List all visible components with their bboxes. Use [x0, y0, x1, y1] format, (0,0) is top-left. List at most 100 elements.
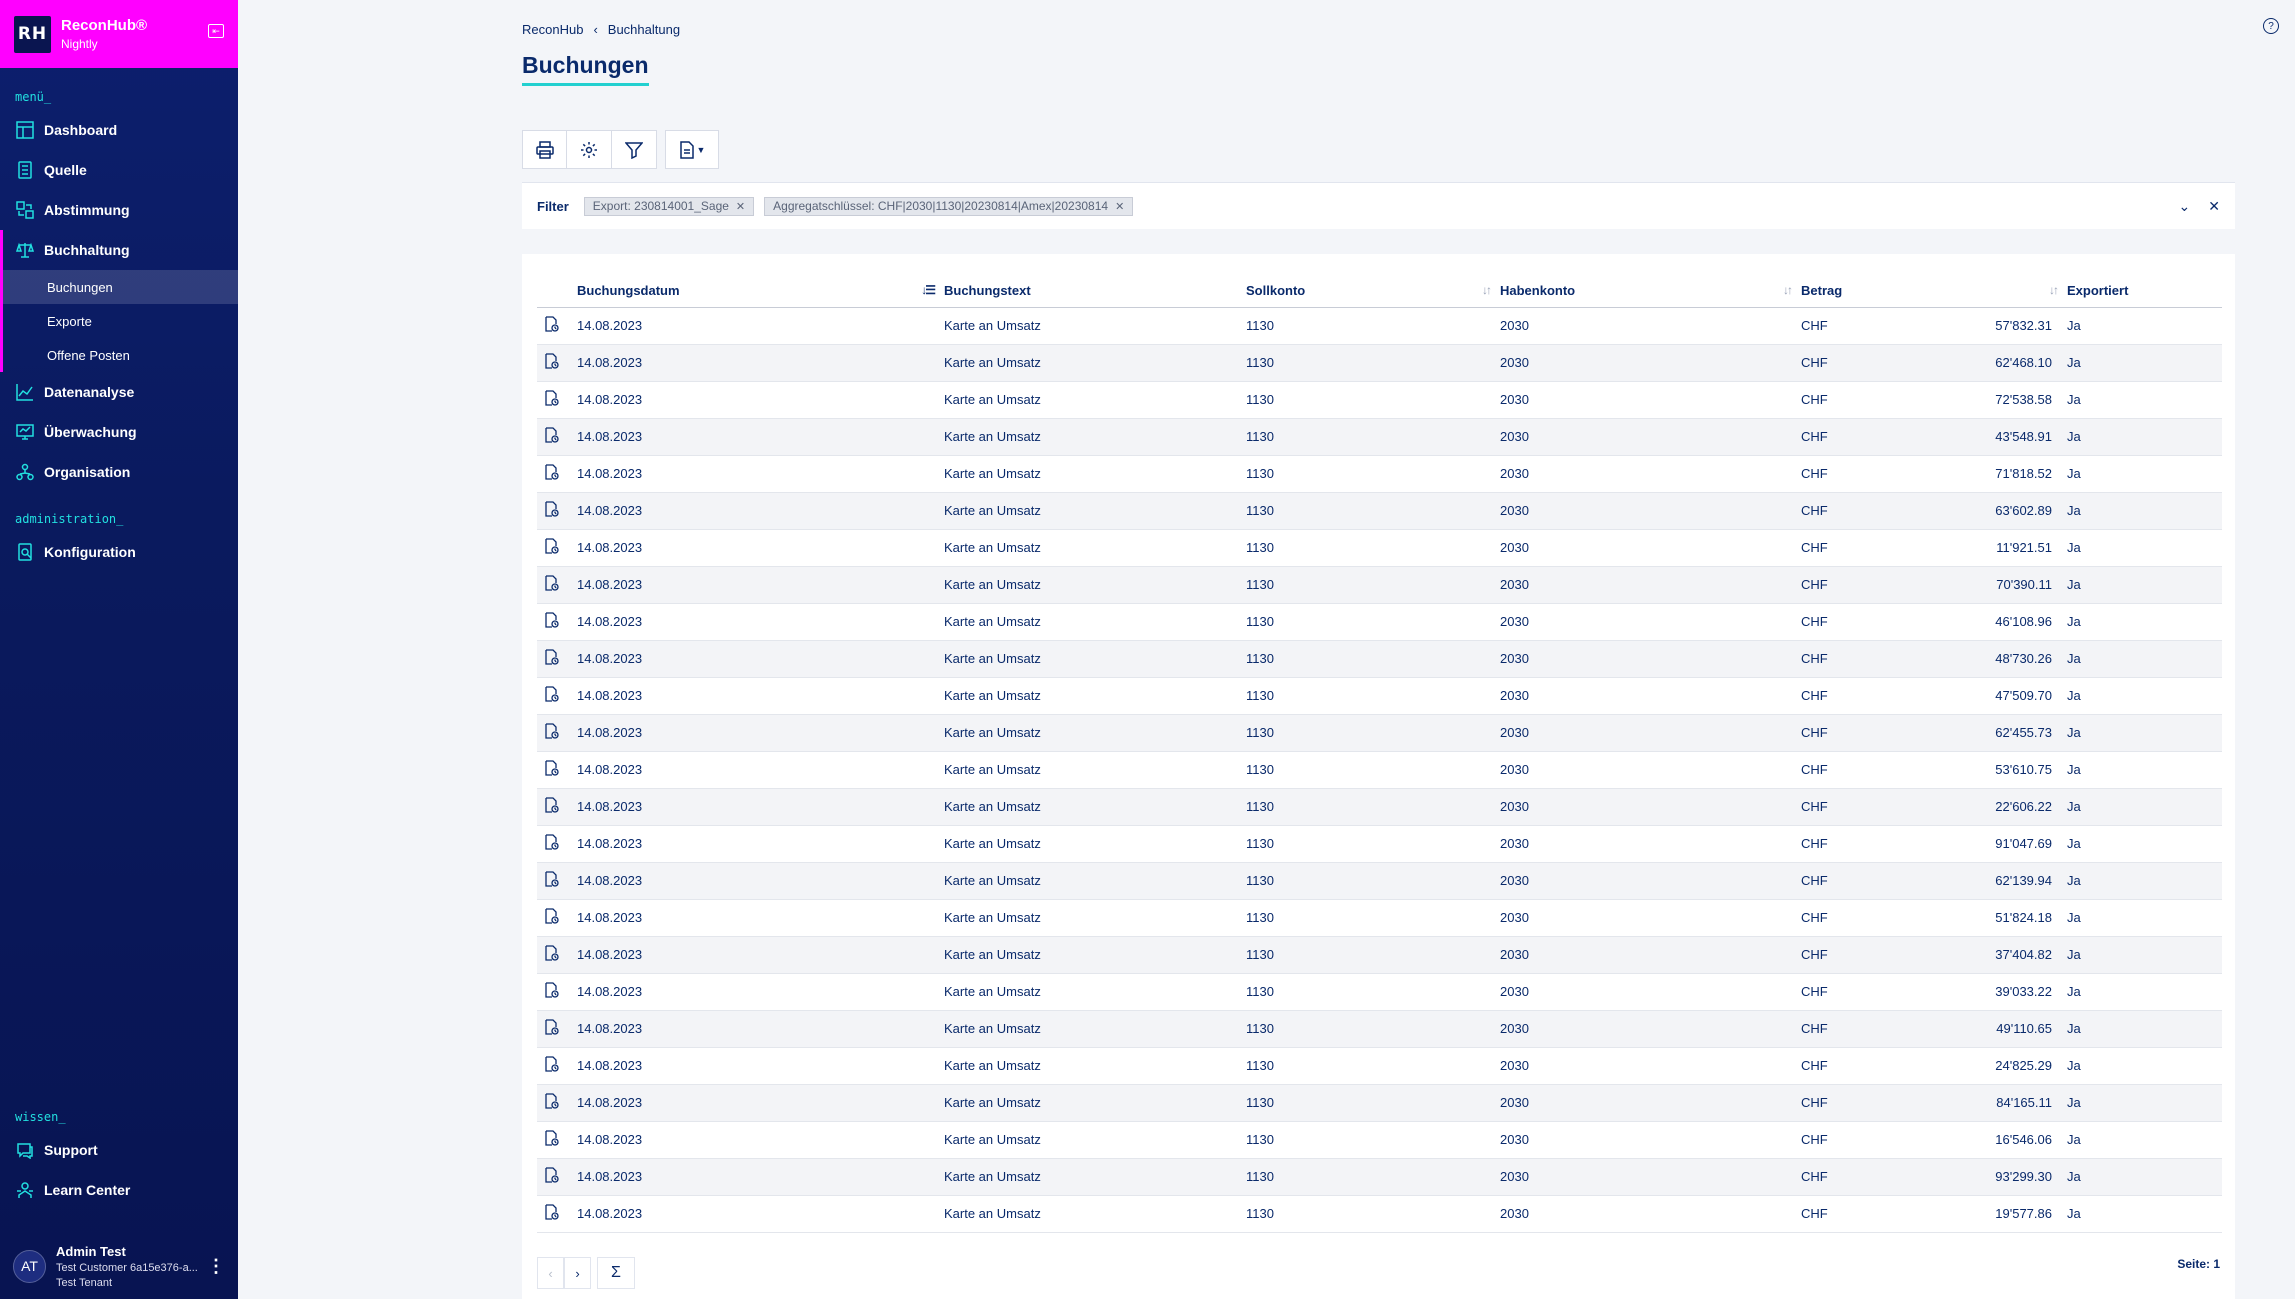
close-icon[interactable]: ✕ — [1115, 200, 1124, 213]
sort-icon[interactable]: ↓↑ — [2049, 283, 2059, 297]
user-profile[interactable]: AT Admin Test Test Customer 6a15e376-a..… — [0, 1233, 238, 1299]
sidebar-subitem-offene-posten[interactable]: Offene Posten — [3, 338, 238, 372]
sort-desc-icon[interactable]: ↓☰ — [921, 283, 936, 297]
document-detail-icon[interactable] — [537, 1047, 577, 1085]
table-row[interactable]: 14.08.2023 Karte an Umsatz 1130 2030 CHF 53'6… — [537, 751, 2222, 789]
more-vertical-icon[interactable]: ⋮ — [207, 1256, 225, 1277]
settings-button[interactable] — [567, 130, 612, 169]
table-row[interactable]: 14.08.2023 Karte an Umsatz 1130 2030 CHF 71'8… — [537, 455, 2222, 493]
user-customer: Test Customer 6a15e376-a... — [56, 1261, 198, 1274]
filter-button[interactable] — [612, 130, 657, 169]
table-row[interactable]: 14.08.2023 Karte an Umsatz 1130 2030 CHF 46'1… — [537, 603, 2222, 641]
close-icon[interactable]: ✕ — [2208, 198, 2220, 215]
document-detail-icon[interactable] — [537, 640, 577, 678]
next-page-button[interactable]: › — [564, 1257, 591, 1289]
document-detail-icon[interactable] — [537, 492, 577, 530]
sidebar-item-quelle[interactable]: Quelle — [0, 150, 238, 190]
sidebar-item-learn-center[interactable]: Learn Center — [0, 1170, 238, 1210]
document-detail-icon[interactable] — [537, 936, 577, 974]
document-detail-icon[interactable] — [537, 973, 577, 1011]
cell-exportiert: Ja — [2067, 677, 2222, 715]
document-detail-icon[interactable] — [537, 455, 577, 493]
table-row[interactable]: 14.08.2023 Karte an Umsatz 1130 2030 CHF 11'9… — [537, 529, 2222, 567]
sort-icon[interactable]: ↓↑ — [1783, 283, 1793, 297]
sidebar-item-datenanalyse[interactable]: Datenanalyse — [0, 372, 238, 412]
sidebar-item-konfiguration[interactable]: Konfiguration — [0, 532, 238, 572]
table-row[interactable]: 14.08.2023 Karte an Umsatz 1130 2030 CHF 93'2… — [537, 1158, 2222, 1196]
table-row[interactable]: 14.08.2023 Karte an Umsatz 1130 2030 CHF 57'8… — [537, 307, 2222, 345]
document-detail-icon[interactable] — [537, 566, 577, 604]
document-detail-icon[interactable] — [537, 862, 577, 900]
sidebar-item-organisation[interactable]: Organisation — [0, 452, 238, 492]
document-detail-icon[interactable] — [537, 1010, 577, 1048]
table-row[interactable]: 14.08.2023 Karte an Umsatz 1130 2030 CHF 72'5… — [537, 381, 2222, 419]
document-detail-icon[interactable] — [537, 529, 577, 567]
document-detail-icon[interactable] — [537, 1195, 577, 1233]
document-detail-icon[interactable] — [537, 788, 577, 826]
table-row[interactable]: 14.08.2023 Karte an Umsatz 1130 2030 CHF 62'4… — [537, 344, 2222, 382]
column-header-exportiert[interactable]: Exportiert — [2067, 274, 2222, 308]
help-icon[interactable]: ? — [2263, 18, 2279, 34]
close-icon[interactable]: ✕ — [736, 200, 745, 213]
column-header-habenkonto[interactable]: Habenkonto ↓↑ — [1500, 274, 1801, 308]
table-row[interactable]: 14.08.2023 Karte an Umsatz 1130 2030 CHF 47'5… — [537, 677, 2222, 715]
document-detail-icon[interactable] — [537, 418, 577, 456]
breadcrumb-root[interactable]: ReconHub — [522, 22, 583, 37]
table-row[interactable]: 14.08.2023 Karte an Umsatz 1130 2030 CHF 62'1… — [537, 862, 2222, 900]
sidebar-item-buchhaltung[interactable]: Buchhaltung — [0, 230, 238, 270]
document-detail-icon[interactable] — [537, 1084, 577, 1122]
document-detail-icon[interactable] — [537, 1121, 577, 1159]
filter-chip-label: Aggregatschlüssel: CHF|2030|1130|2023081… — [773, 199, 1109, 213]
sidebar-subitem-exporte[interactable]: Exporte — [3, 304, 238, 338]
table-row[interactable]: 14.08.2023 Karte an Umsatz 1130 2030 CHF 16'5… — [537, 1121, 2222, 1159]
column-header-buchungsdatum[interactable]: Buchungsdatum ↓☰ — [577, 274, 944, 308]
filter-chip[interactable]: Export: 230814001_Sage ✕ — [583, 196, 755, 216]
breadcrumb-current[interactable]: Buchhaltung — [608, 22, 680, 37]
sidebar-item-ueberwachung[interactable]: Überwachung — [0, 412, 238, 452]
table-row[interactable]: 14.08.2023 Karte an Umsatz 1130 2030 CHF 24'8… — [537, 1047, 2222, 1085]
prev-page-button[interactable]: ‹ — [537, 1257, 564, 1289]
table-row[interactable]: 14.08.2023 Karte an Umsatz 1130 2030 CHF 19'5… — [537, 1195, 2222, 1233]
sidebar-subitem-buchungen[interactable]: Buchungen — [3, 270, 238, 304]
table-row[interactable]: 14.08.2023 Karte an Umsatz 1130 2030 CHF 70'3… — [537, 566, 2222, 604]
table-row[interactable]: 14.08.2023 Karte an Umsatz 1130 2030 CHF 49'1… — [537, 1010, 2222, 1048]
sidebar-item-abstimmung[interactable]: Abstimmung — [0, 190, 238, 230]
document-detail-icon[interactable] — [537, 751, 577, 789]
document-detail-icon[interactable] — [537, 381, 577, 419]
document-detail-icon[interactable] — [537, 307, 577, 345]
table-row[interactable]: 14.08.2023 Karte an Umsatz 1130 2030 CHF 39'0… — [537, 973, 2222, 1011]
document-detail-icon[interactable] — [537, 344, 577, 382]
document-detail-icon[interactable] — [537, 714, 577, 752]
table-row[interactable]: 14.08.2023 Karte an Umsatz 1130 2030 CHF 84'1… — [537, 1084, 2222, 1122]
table-row[interactable]: 14.08.2023 Karte an Umsatz 1130 2030 CHF 51'8… — [537, 899, 2222, 937]
filter-chip[interactable]: Aggregatschlüssel: CHF|2030|1130|2023081… — [764, 196, 1134, 216]
table-row[interactable]: 14.08.2023 Karte an Umsatz 1130 2030 CHF 43'5… — [537, 418, 2222, 456]
table-row[interactable]: 14.08.2023 Karte an Umsatz 1130 2030 CHF 63'6… — [537, 492, 2222, 530]
document-detail-icon[interactable] — [537, 677, 577, 715]
print-button[interactable] — [522, 130, 567, 169]
sum-button[interactable]: Σ — [597, 1257, 635, 1289]
export-dropdown-button[interactable]: ▼ — [665, 130, 719, 169]
table-row[interactable]: 14.08.2023 Karte an Umsatz 1130 2030 CHF 37'4… — [537, 936, 2222, 974]
document-detail-icon[interactable] — [537, 1158, 577, 1196]
amount-value: 16'546.06 — [1995, 1132, 2052, 1147]
column-header-sollkonto[interactable]: Sollkonto ↓↑ — [1246, 274, 1500, 308]
user-name: Admin Test — [56, 1243, 126, 1259]
table-row[interactable]: 14.08.2023 Karte an Umsatz 1130 2030 CHF 91'0… — [537, 825, 2222, 863]
sort-icon[interactable]: ↓↑ — [1482, 283, 1492, 297]
chevron-down-icon[interactable]: ⌄ — [2179, 198, 2191, 215]
sidebar-item-dashboard[interactable]: Dashboard — [0, 110, 238, 150]
table-row[interactable]: 14.08.2023 Karte an Umsatz 1130 2030 CHF 48'7… — [537, 640, 2222, 678]
column-header-betrag[interactable]: Betrag ↓↑ — [1801, 274, 2067, 308]
document-detail-icon[interactable] — [537, 603, 577, 641]
avatar[interactable]: AT — [13, 1249, 46, 1283]
sidebar-item-support[interactable]: Support — [0, 1130, 238, 1170]
column-header-buchungstext[interactable]: Buchungstext — [944, 274, 1246, 308]
cell-exportiert: Ja — [2067, 1121, 2222, 1159]
brand-logo[interactable]: RH — [14, 15, 51, 53]
document-detail-icon[interactable] — [537, 825, 577, 863]
table-row[interactable]: 14.08.2023 Karte an Umsatz 1130 2030 CHF 62'4… — [537, 714, 2222, 752]
collapse-sidebar-icon[interactable]: ⇤ — [208, 24, 224, 38]
table-row[interactable]: 14.08.2023 Karte an Umsatz 1130 2030 CHF 22'6… — [537, 788, 2222, 826]
document-detail-icon[interactable] — [537, 899, 577, 937]
